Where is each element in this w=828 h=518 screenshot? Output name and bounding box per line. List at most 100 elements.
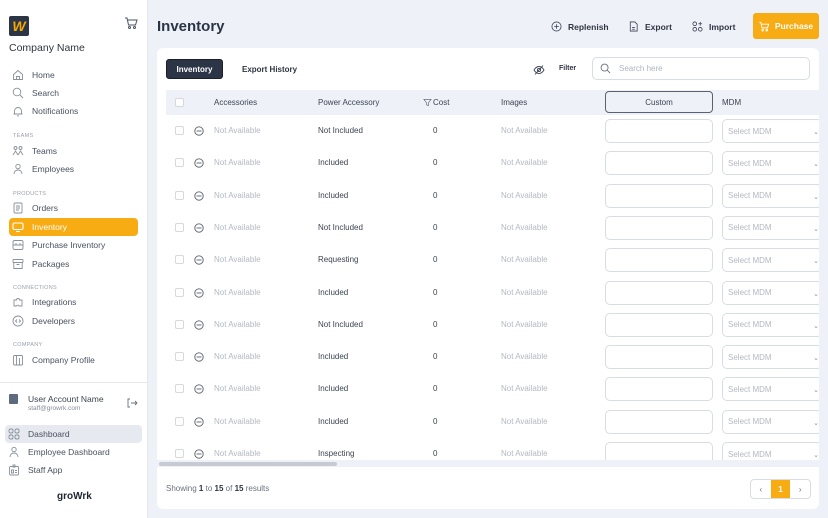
mdm-select[interactable]: Select MDM ⌄: [722, 151, 819, 176]
remove-circle-icon[interactable]: [194, 287, 204, 298]
table-row[interactable]: Not Available Included 0 Not Available Selec…: [166, 373, 819, 405]
row-checkbox[interactable]: [175, 222, 184, 232]
row-checkbox[interactable]: [175, 416, 184, 426]
custom-input[interactable]: [605, 183, 713, 208]
custom-input[interactable]: [605, 377, 713, 402]
table-row[interactable]: Not Available Requesting 0 Not Available Sel…: [166, 244, 819, 276]
column-power-accessory[interactable]: Power Accessory: [318, 98, 379, 107]
hide-columns-icon[interactable]: [533, 64, 545, 76]
table-row[interactable]: Not Available Included 0 Not Available Selec…: [166, 180, 819, 212]
nav-company-profile[interactable]: Company Profile: [9, 351, 138, 369]
replenish-button[interactable]: Replenish: [551, 21, 609, 32]
nav-dashboard[interactable]: Dashboard: [5, 425, 142, 443]
table-row[interactable]: Not Available Included 0 Not Available Selec…: [166, 406, 819, 438]
logout-icon[interactable]: [126, 397, 138, 409]
mdm-select[interactable]: Select MDM ⌄: [722, 248, 819, 273]
nav-home[interactable]: Home: [9, 66, 138, 84]
row-checkbox[interactable]: [175, 352, 184, 362]
row-checkbox[interactable]: [175, 287, 184, 297]
nav-inventory[interactable]: Inventory: [9, 218, 138, 236]
custom-input[interactable]: [605, 151, 713, 176]
row-checkbox[interactable]: [175, 449, 184, 458]
tab-inventory[interactable]: Inventory: [166, 59, 223, 79]
purchase-button[interactable]: Purchase: [753, 13, 819, 39]
custom-input[interactable]: [605, 442, 713, 460]
nav-teams[interactable]: Teams: [9, 142, 138, 160]
filter-funnel-icon[interactable]: [423, 98, 432, 107]
row-checkbox[interactable]: [175, 255, 184, 265]
cart-icon[interactable]: [124, 16, 138, 30]
company-logo[interactable]: W: [9, 16, 29, 36]
remove-circle-icon[interactable]: [194, 223, 204, 233]
mdm-select[interactable]: Select MDM ⌄: [722, 280, 819, 305]
cost-cell: 0: [433, 222, 438, 232]
nav-staff-app[interactable]: Staff App: [5, 461, 134, 479]
nav-notifications[interactable]: Notifications: [9, 102, 138, 120]
table-row[interactable]: Not Available Not Included 0 Not Available S…: [166, 115, 819, 147]
remove-circle-icon[interactable]: [194, 417, 204, 427]
custom-input[interactable]: [605, 248, 713, 273]
remove-circle-icon[interactable]: [194, 320, 204, 330]
row-checkbox[interactable]: [175, 319, 184, 329]
table-row[interactable]: Not Available Inspecting 0 Not Available Sel…: [166, 438, 819, 460]
mdm-select[interactable]: Select MDM ⌄: [722, 409, 819, 434]
select-all-checkbox[interactable]: [175, 98, 184, 107]
column-accessories[interactable]: Accessories: [214, 98, 257, 107]
nav-search[interactable]: Search: [9, 84, 138, 102]
mdm-select[interactable]: Select MDM ⌄: [722, 183, 819, 208]
accessories-cell: Not Available: [214, 255, 261, 265]
row-checkbox[interactable]: [175, 384, 184, 394]
table-row[interactable]: Not Available Included 0 Not Available Selec…: [166, 147, 819, 179]
prev-page-button[interactable]: ‹: [751, 480, 771, 498]
mdm-select[interactable]: Select MDM ⌄: [722, 119, 819, 143]
filter-button[interactable]: Filter: [559, 65, 576, 72]
mdm-select[interactable]: Select MDM ⌄: [722, 312, 819, 337]
nav-purchase-inventory[interactable]: Purchase Inventory: [9, 236, 138, 254]
remove-circle-icon[interactable]: [194, 190, 204, 201]
remove-circle-icon[interactable]: [194, 158, 204, 168]
nav-developers[interactable]: Developers: [9, 312, 138, 330]
import-button[interactable]: Import: [692, 21, 735, 32]
remove-circle-icon[interactable]: [194, 449, 204, 459]
tab-export-history[interactable]: Export History: [242, 59, 297, 79]
table-row[interactable]: Not Available Not Included 0 Not Available S…: [166, 212, 819, 244]
nav-employee-dashboard[interactable]: Employee Dashboard: [5, 443, 134, 461]
row-checkbox[interactable]: [175, 190, 184, 200]
nav-packages[interactable]: Packages: [9, 255, 138, 273]
mdm-select[interactable]: Select MDM ⌄: [722, 345, 819, 370]
column-images[interactable]: Images: [501, 98, 527, 107]
mdm-placeholder: Select MDM: [728, 223, 772, 233]
nav-orders[interactable]: Orders: [9, 199, 138, 217]
custom-input[interactable]: [605, 312, 713, 337]
custom-input[interactable]: [605, 345, 713, 370]
column-mdm[interactable]: MDM: [722, 98, 741, 107]
column-cost[interactable]: Cost: [433, 98, 449, 107]
table-row[interactable]: Not Available Included 0 Not Available Selec…: [166, 277, 819, 309]
column-custom[interactable]: Custom: [605, 91, 713, 113]
mdm-select[interactable]: Select MDM ⌄: [722, 442, 819, 460]
remove-circle-icon[interactable]: [194, 126, 204, 136]
page-1-button[interactable]: 1: [770, 480, 791, 498]
custom-input[interactable]: [605, 409, 713, 434]
custom-input[interactable]: [605, 119, 713, 143]
nav-home-label: Home: [32, 70, 55, 80]
row-checkbox[interactable]: [175, 158, 184, 168]
search-box[interactable]: [592, 57, 810, 80]
mdm-placeholder: Select MDM: [728, 384, 772, 394]
mdm-select[interactable]: Select MDM ⌄: [722, 215, 819, 240]
scrollbar-thumb[interactable]: [159, 462, 337, 466]
custom-input[interactable]: [605, 215, 713, 240]
nav-integrations[interactable]: Integrations: [9, 293, 138, 311]
row-checkbox[interactable]: [175, 126, 184, 135]
remove-circle-icon[interactable]: [194, 255, 204, 265]
mdm-select[interactable]: Select MDM ⌄: [722, 377, 819, 402]
remove-circle-icon[interactable]: [194, 384, 204, 395]
next-page-button[interactable]: ›: [790, 480, 810, 498]
table-row[interactable]: Not Available Included 0 Not Available Selec…: [166, 341, 819, 373]
search-input[interactable]: [619, 64, 799, 73]
table-row[interactable]: Not Available Not Included 0 Not Available S…: [166, 309, 819, 341]
nav-employees[interactable]: Employees: [9, 160, 138, 178]
remove-circle-icon[interactable]: [194, 352, 204, 362]
export-button[interactable]: Export: [628, 21, 672, 32]
custom-input[interactable]: [605, 280, 713, 305]
